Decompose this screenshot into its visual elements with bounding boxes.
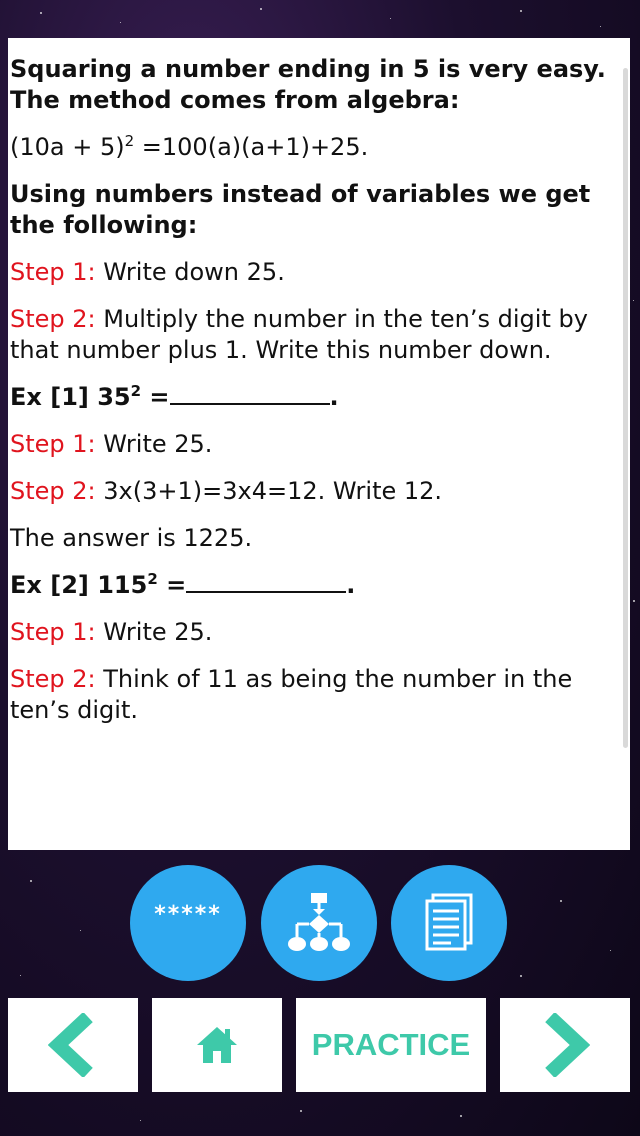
lesson-intro: Squaring a number ending in 5 is very ea… bbox=[10, 55, 606, 114]
lesson-scroll-area[interactable]: Squaring a number ending in 5 is very ea… bbox=[8, 54, 630, 726]
step-text: Multiply the number in the ten’s digit b… bbox=[10, 305, 588, 364]
method-step-1: Step 1: Write down 25. bbox=[10, 257, 616, 288]
example-exponent: 2 bbox=[130, 382, 142, 400]
step-label: Step 1: bbox=[10, 258, 96, 286]
step-text: Write 25. bbox=[95, 430, 213, 458]
home-icon bbox=[197, 1027, 237, 1063]
step-label: Step 2: bbox=[10, 305, 96, 333]
formula-exponent: 2 bbox=[124, 132, 135, 150]
step-text: 3x(3+1)=3x4=12. Write 12. bbox=[95, 477, 443, 505]
example-exponent: 2 bbox=[147, 570, 158, 588]
next-arrow-icon bbox=[545, 1013, 590, 1077]
formula-rhs: =100(a)(a+1)+25. bbox=[134, 133, 369, 161]
lesson-content-panel[interactable]: Squaring a number ending in 5 is very ea… bbox=[8, 38, 630, 850]
back-arrow-icon bbox=[48, 1013, 93, 1077]
rate-button[interactable]: ***** bbox=[130, 865, 246, 981]
formula-lhs: (10a + 5) bbox=[10, 133, 125, 161]
example-1-heading: Ex [1] 352 =. bbox=[10, 382, 616, 413]
step-label: Step 2: bbox=[10, 477, 96, 505]
flowchart-button[interactable] bbox=[261, 865, 377, 981]
flowchart-icon bbox=[288, 893, 350, 951]
step-label: Step 1: bbox=[10, 430, 96, 458]
using-numbers-heading: Using numbers instead of variables we ge… bbox=[10, 180, 591, 239]
star-rating-icon: ***** bbox=[154, 901, 222, 927]
example-period: . bbox=[329, 383, 339, 411]
example-1-step-1: Step 1: Write 25. bbox=[10, 429, 616, 460]
scrollbar-thumb[interactable] bbox=[623, 68, 628, 748]
vertical-scrollbar[interactable] bbox=[622, 38, 628, 850]
method-step-2: Step 2: Multiply the number in the ten’s… bbox=[10, 304, 616, 366]
documents-button[interactable] bbox=[391, 865, 507, 981]
example-1-answer: The answer is 1225. bbox=[10, 524, 253, 552]
example-title: Ex [1] 35 bbox=[10, 383, 131, 411]
documents-icon bbox=[425, 893, 473, 951]
example-equals: = bbox=[141, 383, 170, 411]
step-text: Write 25. bbox=[95, 618, 213, 646]
step-label: Step 1: bbox=[10, 618, 96, 646]
example-title: Ex [2] 115 bbox=[10, 571, 148, 599]
example-period: . bbox=[346, 571, 356, 599]
example-2-step-2: Step 2: Think of 11 as being the number … bbox=[10, 664, 616, 726]
step-text: Write down 25. bbox=[95, 258, 285, 286]
algebra-formula: (10a + 5)2 =100(a)(a+1)+25. bbox=[10, 132, 616, 163]
example-equals: = bbox=[157, 571, 187, 599]
example-1-step-2: Step 2: 3x(3+1)=3x4=12. Write 12. bbox=[10, 476, 616, 507]
back-button[interactable] bbox=[8, 998, 138, 1092]
example-2-heading: Ex [2] 1152 =. bbox=[10, 570, 616, 601]
home-button[interactable] bbox=[152, 998, 282, 1092]
next-button[interactable] bbox=[500, 998, 630, 1092]
step-label: Step 2: bbox=[10, 665, 96, 693]
example-2-step-1: Step 1: Write 25. bbox=[10, 617, 616, 648]
practice-label: PRACTICE bbox=[311, 1027, 471, 1062]
answer-blank bbox=[169, 383, 330, 405]
practice-button[interactable]: PRACTICE bbox=[296, 998, 486, 1092]
answer-blank bbox=[186, 571, 347, 593]
